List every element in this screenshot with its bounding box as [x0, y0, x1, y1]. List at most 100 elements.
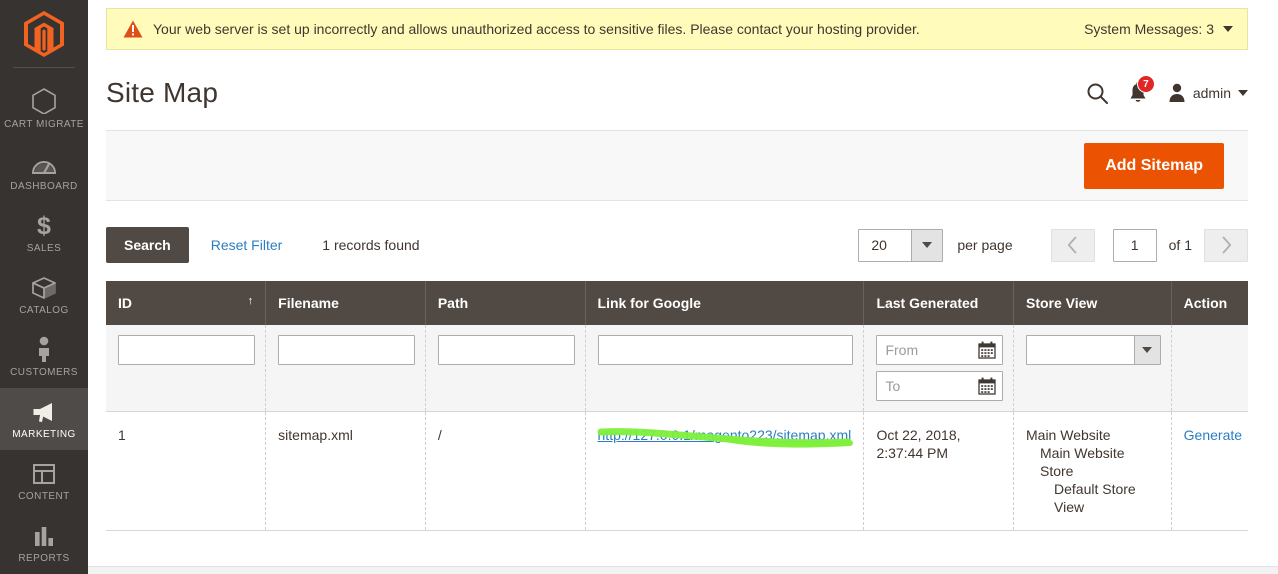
column-header-last-generated[interactable]: Last Generated: [863, 281, 1014, 325]
per-page-select[interactable]: 20: [858, 228, 944, 262]
sidebar-item-reports[interactable]: REPORTS: [0, 512, 88, 574]
sidebar-item-marketing[interactable]: MARKETING: [0, 388, 88, 450]
hexagon-icon: [32, 88, 56, 114]
store-view-view: Default Store View: [1054, 481, 1136, 515]
filter-date-from: [876, 335, 1003, 365]
sidebar-label-content: CONTENT: [18, 491, 70, 502]
user-avatar-icon: [1169, 83, 1185, 102]
system-messages-toggle[interactable]: System Messages: 3: [1084, 21, 1233, 37]
bar-chart-icon: [32, 522, 56, 548]
filter-input-link-for-google[interactable]: [597, 335, 854, 365]
column-label-filename: Filename: [278, 295, 339, 311]
page-title: Site Map: [106, 77, 219, 108]
add-sitemap-button[interactable]: Add Sitemap: [1084, 142, 1224, 189]
column-label-path: Path: [437, 295, 469, 311]
admin-page: CART MIGRATE DASHBOARD $ SALES CATALOG C…: [0, 0, 1278, 574]
cell-link-for-google: http://127.0.0.1/magento223/sitemap.xml: [585, 411, 865, 531]
filter-select-store-view[interactable]: [1026, 335, 1161, 365]
filter-cell-last-generated: [863, 325, 1014, 412]
filter-select-store-view-value: [1027, 336, 1134, 364]
column-header-link-for-google[interactable]: Link for Google: [585, 281, 865, 325]
calendar-icon[interactable]: [978, 341, 996, 359]
page-actions-panel: Add Sitemap: [106, 130, 1248, 201]
reset-filter-link[interactable]: Reset Filter: [211, 237, 283, 253]
main-content: Your web server is set up incorrectly an…: [88, 0, 1278, 574]
filter-input-filename[interactable]: [278, 335, 415, 365]
page-header: Site Map 7 admin: [88, 50, 1278, 122]
notifications-button[interactable]: 7: [1128, 75, 1155, 104]
filter-input-id[interactable]: [118, 335, 256, 365]
search-button[interactable]: Search: [106, 227, 189, 263]
store-view-website: Main Website: [1026, 427, 1111, 443]
grid-header-row: ↑ ID Filename Path Link for Google Last …: [106, 281, 1248, 325]
cell-path: /: [425, 411, 586, 531]
filter-cell-path: [425, 325, 586, 412]
sidebar-label-sales: SALES: [26, 243, 62, 254]
search-icon[interactable]: [1086, 82, 1108, 104]
link-highlight-group: http://127.0.0.1/magento223/sitemap.xml: [597, 426, 853, 448]
per-page-value: 20: [871, 237, 887, 253]
person-icon: [35, 336, 53, 362]
filter-date-to: [876, 371, 1003, 401]
chevron-right-icon: [1222, 236, 1231, 254]
user-menu[interactable]: admin: [1168, 83, 1248, 103]
sidebar-label-reports: REPORTS: [18, 553, 70, 564]
column-label-link-for-google: Link for Google: [597, 295, 701, 311]
sidebar-item-content[interactable]: CONTENT: [0, 450, 88, 512]
chevron-down-icon: [1133, 336, 1160, 364]
column-header-id[interactable]: ↑ ID: [106, 281, 267, 325]
notifications-badge: 7: [1136, 75, 1155, 93]
filter-cell-link-for-google: [585, 325, 865, 412]
system-messages-count-label: System Messages: 3: [1084, 21, 1214, 37]
sidebar-navigation: CART MIGRATE DASHBOARD $ SALES CATALOG C…: [0, 0, 88, 574]
chevron-down-icon: [911, 229, 943, 261]
cell-store-view: Main Website Main Website Store Default …: [1013, 411, 1172, 531]
sidebar-item-catalog[interactable]: CATALOG: [0, 264, 88, 326]
filter-cell-action: [1171, 325, 1248, 412]
column-label-action: Action: [1183, 295, 1228, 311]
system-message-text: Your web server is set up incorrectly an…: [153, 21, 920, 37]
sidebar-label-marketing: MARKETING: [12, 429, 76, 440]
page-footer-rule: [88, 566, 1278, 574]
page-number-input[interactable]: [1112, 228, 1157, 262]
table-row[interactable]: 1 sitemap.xml / http://127.0.0.1/magento…: [106, 411, 1248, 531]
magento-logo[interactable]: [0, 0, 88, 67]
sort-ascending-icon: ↑: [247, 295, 254, 307]
column-label-store-view: Store View: [1026, 295, 1098, 311]
gauge-icon: [31, 150, 57, 176]
cell-action: Generate: [1171, 411, 1248, 531]
user-name-label: admin: [1192, 85, 1231, 101]
sitemap-url-link[interactable]: http://127.0.0.1/magento223/sitemap.xml: [598, 427, 852, 443]
chevron-down-icon: [1223, 26, 1233, 32]
svg-text:$: $: [37, 212, 51, 238]
filter-input-path[interactable]: [437, 335, 575, 365]
layout-icon: [32, 460, 56, 486]
sidebar-divider: [13, 67, 75, 68]
magento-logo-icon: [24, 10, 64, 57]
sidebar-label-dashboard: DASHBOARD: [10, 181, 78, 192]
previous-page-button[interactable]: [1050, 228, 1095, 262]
column-header-path[interactable]: Path: [425, 281, 586, 325]
generate-link[interactable]: Generate: [1184, 427, 1242, 443]
column-header-store-view[interactable]: Store View: [1013, 281, 1172, 325]
dollar-icon: $: [34, 212, 54, 238]
system-message-bar: Your web server is set up incorrectly an…: [106, 8, 1248, 50]
total-pages-label: of 1: [1168, 237, 1192, 253]
sidebar-item-sales[interactable]: $ SALES: [0, 202, 88, 264]
calendar-icon[interactable]: [978, 377, 996, 395]
column-header-filename[interactable]: Filename: [265, 281, 426, 325]
grid-toolbar: Search Reset Filter 1 records found 20 p…: [106, 227, 1248, 263]
sidebar-item-customers[interactable]: CUSTOMERS: [0, 326, 88, 388]
filter-cell-id: [106, 325, 267, 412]
megaphone-icon: [30, 398, 58, 424]
records-found-label: 1 records found: [322, 237, 420, 253]
pagination-controls: 20 per page of 1: [858, 228, 1248, 262]
sidebar-item-cart-migrate[interactable]: CART MIGRATE: [0, 78, 88, 140]
sidebar-item-dashboard[interactable]: DASHBOARD: [0, 140, 88, 202]
grid-filter-row: [106, 325, 1248, 412]
next-page-button[interactable]: [1204, 228, 1248, 262]
chevron-down-icon: [1238, 90, 1248, 96]
box-icon: [31, 274, 57, 300]
per-page-label: per page: [957, 237, 1013, 253]
column-label-id: ID: [118, 295, 132, 311]
